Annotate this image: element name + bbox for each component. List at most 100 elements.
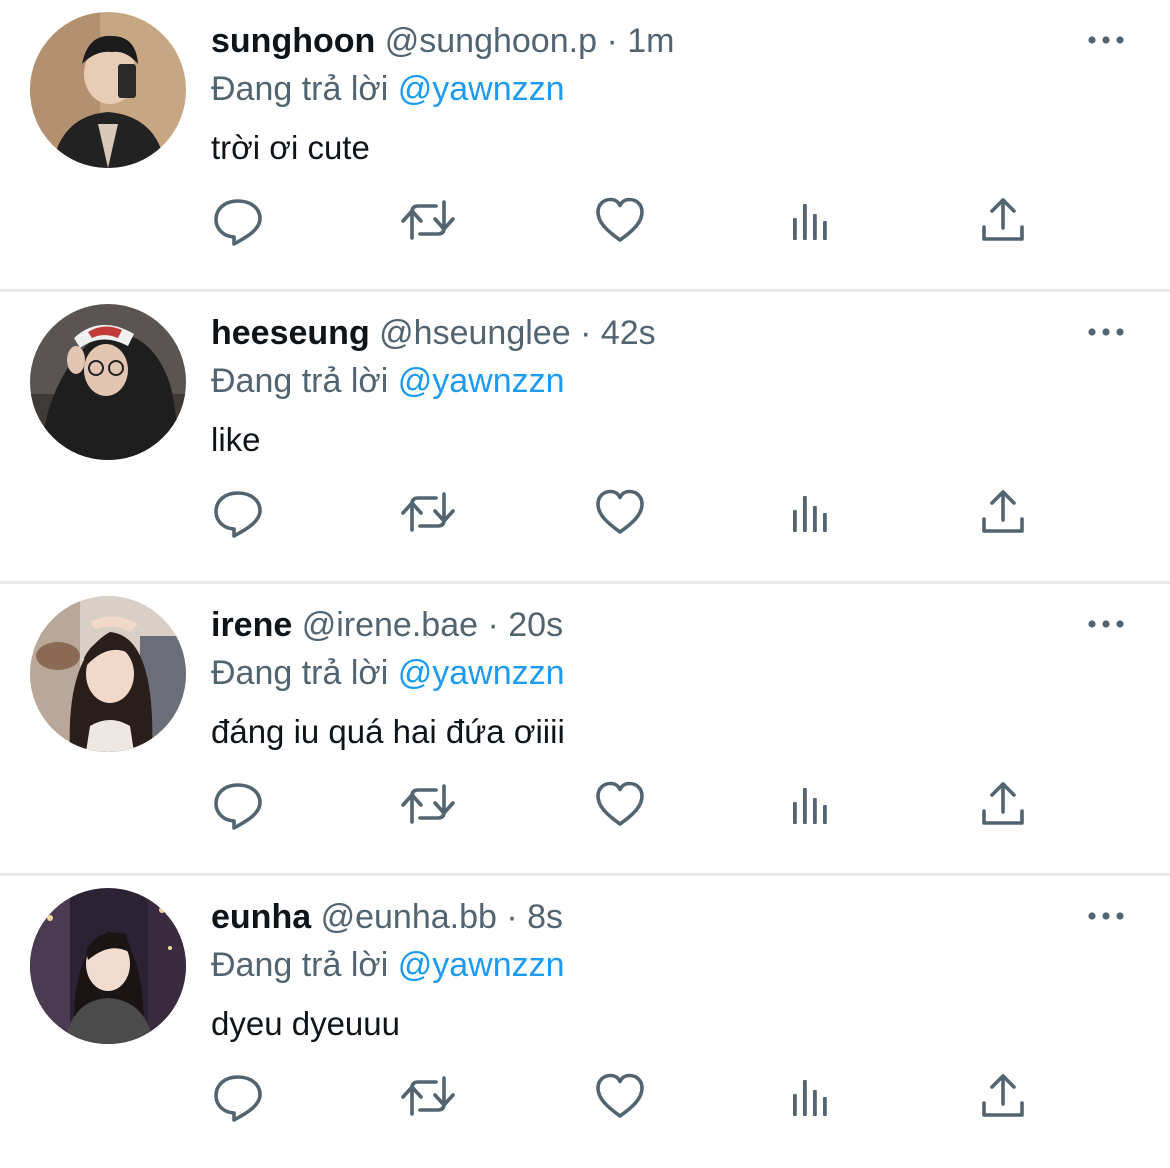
tweet-content: eunha @eunha.bb · 8s Đang trả lời @yawnz… (211, 894, 1170, 1046)
timestamp[interactable]: 20s (508, 606, 563, 644)
more-icon[interactable] (1086, 30, 1126, 50)
tweet-actions (0, 774, 1170, 834)
timestamp[interactable]: 42s (601, 314, 656, 352)
replying-to: Đang trả lời @yawnzzn (211, 942, 1170, 988)
tweet-content: heeseung @hseunglee · 42s Đang trả lời @… (211, 310, 1170, 462)
retweet-button[interactable] (398, 190, 458, 250)
separator-dot: · (580, 314, 592, 352)
tweet-text: like (211, 421, 261, 458)
tweet-content: irene @irene.bae · 20s Đang trả lời @yaw… (211, 602, 1170, 754)
heart-icon (590, 774, 650, 834)
separator-dot: · (506, 898, 518, 936)
like-button[interactable] (590, 1066, 650, 1126)
share-icon (973, 774, 1033, 834)
share-icon (973, 190, 1033, 250)
display-name[interactable]: irene (211, 606, 292, 644)
tweet-header: sunghoon @sunghoon.p · 1m (211, 18, 1170, 64)
avatar-photo (30, 596, 186, 752)
timestamp[interactable]: 1m (627, 22, 674, 60)
reply-button[interactable] (208, 1066, 268, 1126)
retweet-icon (398, 482, 458, 542)
views-button[interactable] (782, 1066, 842, 1126)
replying-to-label: Đang trả lời (211, 654, 389, 692)
avatar-photo (30, 304, 186, 460)
bar-chart-icon (782, 774, 842, 834)
like-button[interactable] (590, 190, 650, 250)
bar-chart-icon (782, 190, 842, 250)
share-icon (973, 1066, 1033, 1126)
heart-icon (590, 482, 650, 542)
reply-feed: sunghoon @sunghoon.p · 1m Đang trả lời @… (0, 0, 1170, 1168)
tweet-actions (0, 1066, 1170, 1126)
like-button[interactable] (590, 774, 650, 834)
retweet-icon (398, 1066, 458, 1126)
separator-dot: · (487, 606, 499, 644)
more-icon[interactable] (1086, 322, 1126, 342)
retweet-icon (398, 774, 458, 834)
views-button[interactable] (782, 774, 842, 834)
reply-icon (208, 190, 268, 250)
avatar[interactable] (30, 304, 186, 460)
reply-icon (208, 774, 268, 834)
tweet[interactable]: irene @irene.bae · 20s Đang trả lời @yaw… (0, 584, 1170, 876)
share-button[interactable] (973, 190, 1033, 250)
reply-button[interactable] (208, 482, 268, 542)
share-button[interactable] (973, 482, 1033, 542)
like-button[interactable] (590, 482, 650, 542)
heart-icon (590, 190, 650, 250)
replying-to: Đang trả lời @yawnzzn (211, 66, 1170, 112)
more-icon[interactable] (1086, 906, 1126, 926)
separator-dot: · (606, 22, 618, 60)
tweet-text: dyeu dyeuuu (211, 1005, 400, 1042)
tweet-header: eunha @eunha.bb · 8s (211, 894, 1170, 940)
tweet-text: trời ơi cute (211, 129, 370, 166)
share-icon (973, 482, 1033, 542)
share-button[interactable] (973, 774, 1033, 834)
tweet[interactable]: eunha @eunha.bb · 8s Đang trả lời @yawnz… (0, 876, 1170, 1168)
reply-button[interactable] (208, 774, 268, 834)
tweet-text: đáng iu quá hai đứa ơiiii (211, 713, 565, 750)
views-button[interactable] (782, 190, 842, 250)
reply-icon (208, 1066, 268, 1126)
username-handle[interactable]: @irene.bae (302, 606, 478, 644)
timestamp[interactable]: 8s (527, 898, 563, 936)
retweet-button[interactable] (398, 1066, 458, 1126)
username-handle[interactable]: @sunghoon.p (385, 22, 597, 60)
retweet-button[interactable] (398, 774, 458, 834)
tweet-header: irene @irene.bae · 20s (211, 602, 1170, 648)
tweet-header: heeseung @hseunglee · 42s (211, 310, 1170, 356)
username-handle[interactable]: @hseunglee (379, 314, 570, 352)
avatar-photo (30, 888, 186, 1044)
share-button[interactable] (973, 1066, 1033, 1126)
replying-to-label: Đang trả lời (211, 70, 389, 108)
tweet[interactable]: sunghoon @sunghoon.p · 1m Đang trả lời @… (0, 0, 1170, 292)
display-name[interactable]: sunghoon (211, 22, 375, 60)
more-icon[interactable] (1086, 614, 1126, 634)
mention-link[interactable]: @yawnzzn (398, 654, 565, 692)
replying-to-label: Đang trả lời (211, 946, 389, 984)
tweet-actions (0, 482, 1170, 542)
retweet-button[interactable] (398, 482, 458, 542)
replying-to: Đang trả lời @yawnzzn (211, 650, 1170, 696)
avatar[interactable] (30, 596, 186, 752)
mention-link[interactable]: @yawnzzn (398, 946, 565, 984)
retweet-icon (398, 190, 458, 250)
tweet-content: sunghoon @sunghoon.p · 1m Đang trả lời @… (211, 18, 1170, 170)
heart-icon (590, 1066, 650, 1126)
display-name[interactable]: heeseung (211, 314, 370, 352)
bar-chart-icon (782, 1066, 842, 1126)
username-handle[interactable]: @eunha.bb (321, 898, 497, 936)
mention-link[interactable]: @yawnzzn (398, 70, 565, 108)
avatar[interactable] (30, 12, 186, 168)
bar-chart-icon (782, 482, 842, 542)
replying-to-label: Đang trả lời (211, 362, 389, 400)
tweet-actions (0, 190, 1170, 250)
display-name[interactable]: eunha (211, 898, 311, 936)
replying-to: Đang trả lời @yawnzzn (211, 358, 1170, 404)
reply-button[interactable] (208, 190, 268, 250)
reply-icon (208, 482, 268, 542)
tweet[interactable]: heeseung @hseunglee · 42s Đang trả lời @… (0, 292, 1170, 584)
mention-link[interactable]: @yawnzzn (398, 362, 565, 400)
avatar[interactable] (30, 888, 186, 1044)
views-button[interactable] (782, 482, 842, 542)
